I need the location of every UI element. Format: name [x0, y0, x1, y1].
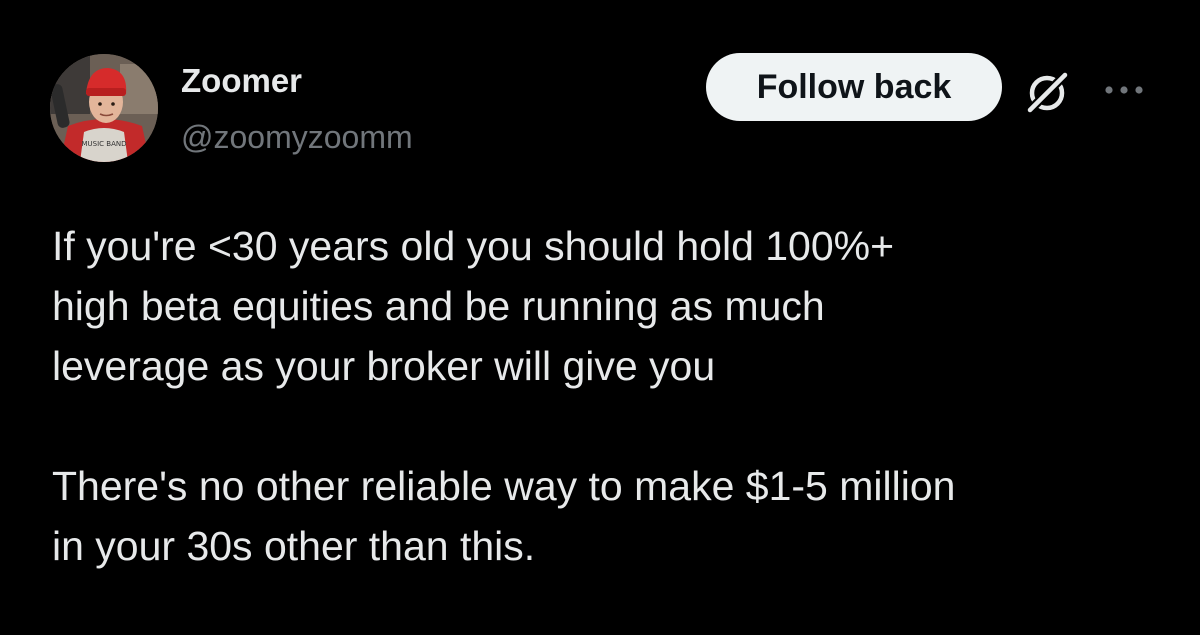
avatar[interactable]: MUSIC BAND: [50, 54, 158, 162]
follow-back-button[interactable]: Follow back: [706, 53, 1002, 121]
grok-icon[interactable]: [1022, 68, 1072, 118]
post-paragraph: If you're <30 years old you should hold …: [52, 223, 895, 389]
svg-text:MUSIC BAND: MUSIC BAND: [81, 140, 126, 148]
author-display-name[interactable]: Zoomer: [181, 62, 302, 100]
author-handle[interactable]: @zoomyzoomm: [181, 119, 413, 156]
more-icon[interactable]: [1100, 80, 1148, 100]
post-paragraph: There's no other reliable way to make $1…: [52, 463, 956, 569]
post-text: If you're <30 years old you should hold …: [52, 216, 1162, 576]
tweet-card: MUSIC BAND Zoomer @zoomyzoomm Follow bac…: [0, 0, 1200, 635]
avatar-image: MUSIC BAND: [50, 54, 158, 162]
